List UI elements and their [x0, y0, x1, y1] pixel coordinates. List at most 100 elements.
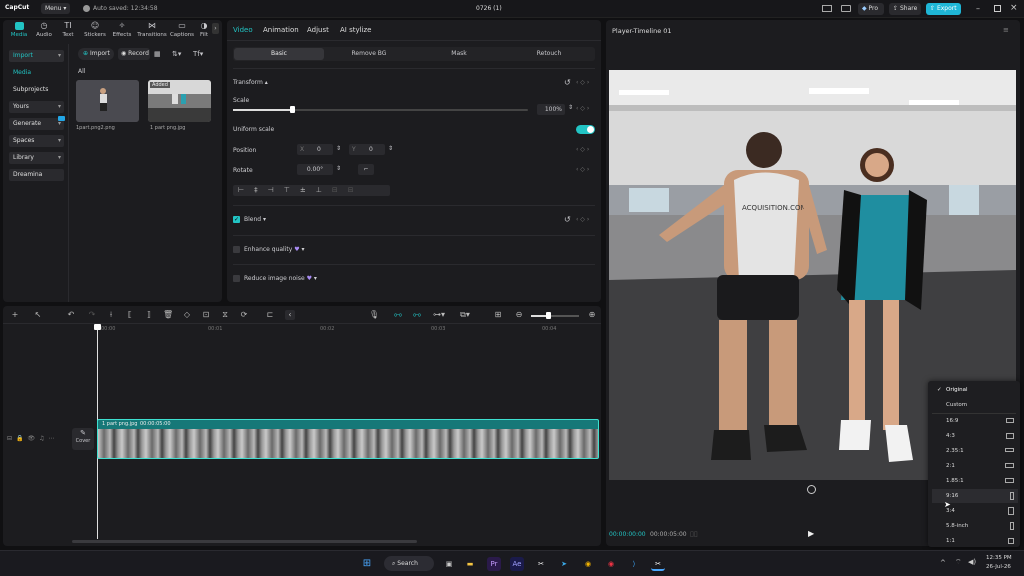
align-center-icon[interactable]: ‡	[254, 186, 268, 194]
zoom-slider-track[interactable]	[531, 315, 579, 317]
premiere-icon[interactable]: Pr	[487, 557, 501, 571]
align-bottom-icon[interactable]: ⊥	[316, 186, 332, 194]
sidebar-item-spaces[interactable]: Spaces ▾	[9, 135, 64, 147]
rotate-icon[interactable]: ⟳	[239, 310, 249, 320]
vscode-icon[interactable]: ⟩	[627, 557, 641, 571]
chrome-icon[interactable]: ◉	[581, 557, 595, 571]
zoom-out-icon[interactable]: ⊖	[514, 310, 524, 320]
audio-mute-icon[interactable]: ♫	[39, 435, 48, 442]
tab-transitions[interactable]: ⋈ Transitions	[135, 22, 169, 39]
subtab-basic[interactable]: Basic	[234, 48, 324, 60]
project-title[interactable]: 0726 (1)	[476, 5, 502, 12]
sidebar-item-dreamina[interactable]: Dreamina	[9, 169, 64, 181]
align-top-icon[interactable]: ⊤	[284, 186, 300, 194]
task-view-icon[interactable]: ▣	[442, 557, 456, 571]
player-mode-icon[interactable]	[807, 485, 816, 494]
stepper-icon[interactable]: ⇕	[388, 145, 393, 152]
align-left-icon[interactable]: ⊢	[238, 186, 254, 194]
filter-icon[interactable]: Tf▾	[193, 50, 203, 58]
timeline-scrollbar[interactable]	[72, 540, 417, 543]
import-button[interactable]: ⊕ Import	[78, 48, 114, 60]
screenshot-icon[interactable]: ⊞	[493, 310, 503, 320]
shortcut-icon[interactable]	[841, 5, 851, 12]
microphone-icon[interactable]: 🎙	[369, 310, 379, 320]
video-clip[interactable]: 1 part png.jpg 00:00:05:00	[97, 419, 599, 459]
menu-button[interactable]: Menu ▾	[41, 3, 70, 14]
player-menu-icon[interactable]: ≡	[1003, 26, 1009, 34]
frame-icon[interactable]: ▯▯	[690, 530, 698, 538]
tab-filters[interactable]: ◑ Filt	[198, 22, 210, 38]
reduce-noise-checkbox[interactable]	[233, 275, 240, 282]
redo-icon[interactable]: ↷	[87, 310, 97, 320]
blend-checkbox[interactable]: ✓	[233, 216, 240, 223]
aspect-option-16-9[interactable]: 16:9	[932, 414, 1018, 428]
subtab-mask[interactable]: Mask	[414, 48, 504, 60]
distribute-v-icon[interactable]: ⊟	[348, 186, 364, 194]
split-icon[interactable]: ⟊	[106, 310, 116, 320]
subtab-remove-bg[interactable]: Remove BG	[324, 48, 414, 60]
eye-icon[interactable]: 👁	[28, 435, 40, 442]
subtab-retouch[interactable]: Retouch	[504, 48, 594, 60]
enhance-quality-checkbox[interactable]	[233, 246, 240, 253]
undo-icon[interactable]: ↶	[66, 310, 76, 320]
reduce-noise-heading[interactable]: Reduce image noise ♥ ▾	[244, 275, 317, 282]
keyframe-nav-icon[interactable]: ‹ ◇ ›	[576, 166, 589, 173]
tray-chevron-icon[interactable]: ^	[940, 559, 946, 567]
lock-icon[interactable]: 🔒	[16, 435, 27, 442]
main-track-magnet-icon[interactable]: ⧟	[393, 310, 403, 320]
media-item[interactable]: Added	[148, 80, 211, 122]
aspect-option-2-35-1[interactable]: 2.35:1	[932, 444, 1018, 458]
mirror-icon[interactable]: ⧖	[220, 310, 230, 320]
scale-slider-track[interactable]	[233, 109, 528, 111]
zoom-in-icon[interactable]: ⊕	[587, 310, 597, 320]
reset-icon[interactable]: ↺	[564, 215, 571, 224]
taskbar-time[interactable]: 12:35 PM	[986, 555, 1012, 561]
telegram-icon[interactable]: ➤	[557, 557, 571, 571]
layout-icon[interactable]	[822, 5, 832, 12]
sidebar-item-library[interactable]: Library ▾	[9, 152, 64, 164]
aspect-option-original[interactable]: ✓ Original	[932, 383, 1018, 397]
split-left-icon[interactable]: ⟦	[125, 310, 135, 320]
crop-icon[interactable]: ⊡	[201, 310, 211, 320]
volume-icon[interactable]: ◀)	[968, 558, 976, 566]
delete-icon[interactable]: 🗑	[163, 310, 173, 320]
zoom-slider-handle[interactable]	[546, 312, 551, 319]
close-icon[interactable]: ×	[1010, 3, 1018, 13]
auto-snap-icon[interactable]: ⧟	[412, 310, 422, 320]
blend-heading[interactable]: Blend ▾	[244, 216, 266, 223]
tab-video[interactable]: Video	[233, 26, 253, 34]
tab-media[interactable]: Media	[9, 22, 29, 38]
rotate-input[interactable]: 0.00°	[297, 164, 333, 175]
preview-axis-icon[interactable]: ⧉▾	[460, 310, 470, 320]
scale-input[interactable]: 100%	[537, 104, 565, 115]
keyframe-nav-icon[interactable]: ‹ ◇ ›	[576, 146, 589, 153]
aspect-option-5-8-inch[interactable]: 5.8-inch	[932, 519, 1018, 533]
capcut-taskbar-icon[interactable]: ✂	[534, 557, 548, 571]
export-button[interactable]: ⇧ Export	[926, 3, 961, 15]
keyframe-nav-icon[interactable]: ‹ ◇ ›	[576, 79, 589, 86]
grid-view-icon[interactable]: ▦	[154, 50, 161, 58]
add-track-icon[interactable]: +	[10, 310, 20, 320]
stepper-icon[interactable]: ⇕	[336, 165, 341, 172]
reset-icon[interactable]: ↺	[564, 78, 571, 87]
more-icon[interactable]: ⋯	[49, 435, 59, 442]
record-button[interactable]: ◉ Record	[118, 48, 150, 60]
maximize-icon[interactable]	[994, 5, 1001, 12]
sidebar-item-import[interactable]: Import ▾	[9, 50, 64, 62]
wifi-icon[interactable]: ⌔	[955, 558, 962, 567]
pro-button[interactable]: ◆ Pro	[858, 3, 884, 15]
collapse-icon[interactable]: ‹	[285, 310, 295, 320]
align-right-icon[interactable]: ⊣	[268, 186, 284, 194]
align-middle-icon[interactable]: ±	[300, 186, 316, 194]
shield-icon[interactable]: ◇	[182, 310, 192, 320]
uniform-scale-toggle[interactable]	[576, 125, 595, 134]
select-tool-icon[interactable]: ↖	[33, 310, 43, 320]
tab-animation[interactable]: Animation	[263, 26, 299, 34]
capcut-active-icon[interactable]: ✂	[651, 557, 665, 571]
tab-stickers[interactable]: ☺ Stickers	[82, 22, 108, 39]
media-item[interactable]	[76, 80, 139, 122]
fit-icon[interactable]: ⊏	[265, 310, 275, 320]
chrome-alt-icon[interactable]: ◉	[604, 557, 618, 571]
sidebar-item-media[interactable]: Media	[9, 67, 64, 79]
tab-text[interactable]: TI Text	[59, 22, 77, 39]
